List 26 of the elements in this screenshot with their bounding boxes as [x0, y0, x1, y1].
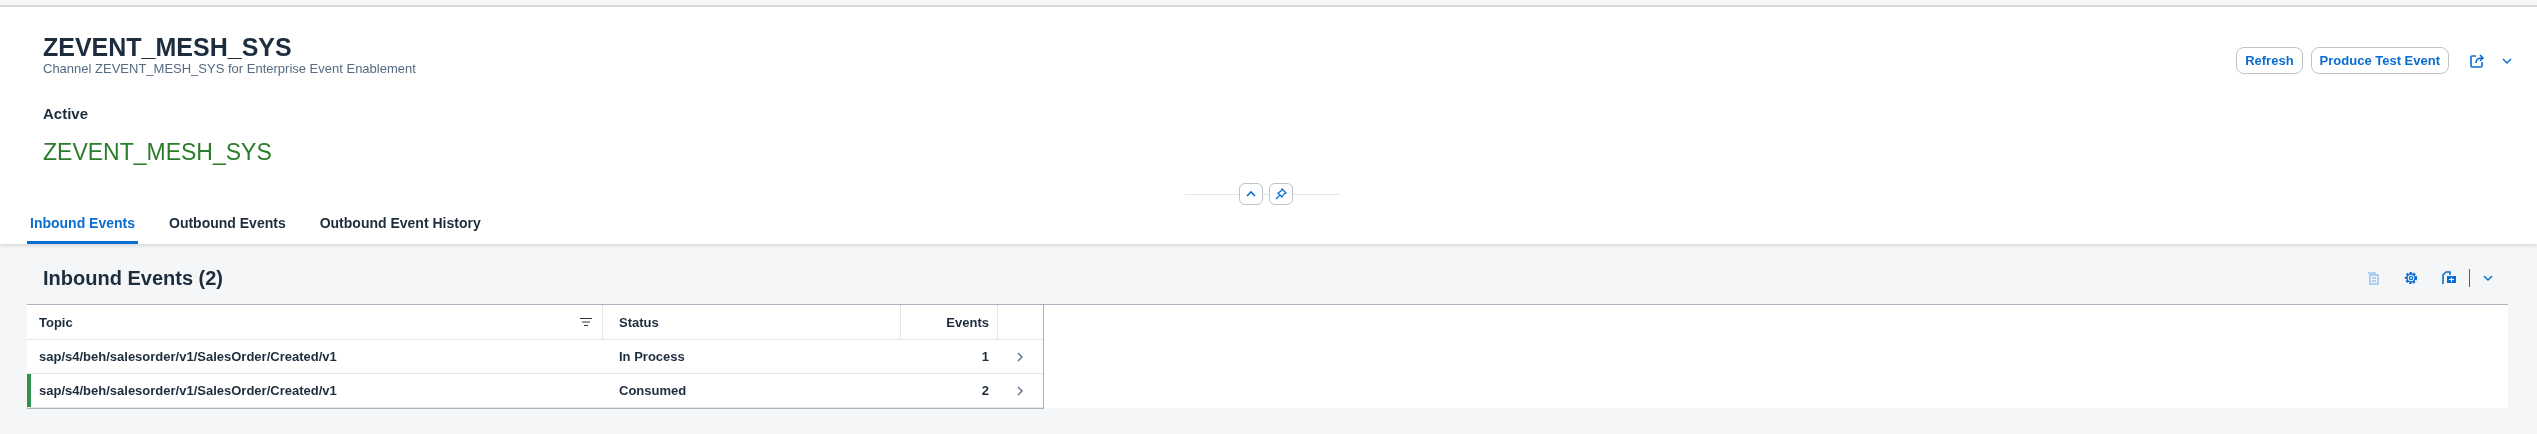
table-cell: Consumed [603, 374, 900, 408]
column-header[interactable]: Topic [39, 314, 73, 330]
sort-icon[interactable] [580, 317, 592, 327]
pin-icon[interactable] [1275, 188, 1287, 200]
status-value: ZEVENT_MESH_SYS [42, 139, 273, 165]
table-cell: sap/s4/beh/salesorder/v1/SalesOrder/Created/v1 [31, 340, 603, 374]
row-navigation-icon[interactable] [1016, 351, 1024, 362]
column-header [997, 305, 1043, 340]
action-button[interactable]: Produce Test Event [2310, 47, 2449, 74]
table-cell: 2 [900, 374, 997, 408]
tab[interactable]: Outbound Event History [316, 211, 484, 244]
column-header[interactable]: Status [603, 305, 900, 340]
row-navigation-icon[interactable] [1016, 385, 1024, 396]
tab[interactable]: Inbound Events [27, 211, 138, 244]
page-subtitle: Channel ZEVENT_MESH_SYS for Enterprise Event Enablement [43, 61, 416, 77]
collapse-header-button[interactable] [1239, 183, 1263, 205]
column-header[interactable]: Events [900, 305, 997, 340]
status-label: Active [42, 105, 90, 123]
pin-header-button[interactable] [1269, 183, 1293, 205]
table-cell: In Process [603, 340, 900, 374]
tab[interactable]: Outbound Events [166, 211, 289, 244]
table-cell: sap/s4/beh/salesorder/v1/SalesOrder/Created/v1 [31, 374, 603, 408]
table-cell: 1 [900, 340, 997, 374]
table-title: Inbound Events (2) [43, 266, 223, 290]
page-title: ZEVENT_MESH_SYS [43, 33, 293, 61]
action-button[interactable]: Refresh [2236, 47, 2303, 74]
